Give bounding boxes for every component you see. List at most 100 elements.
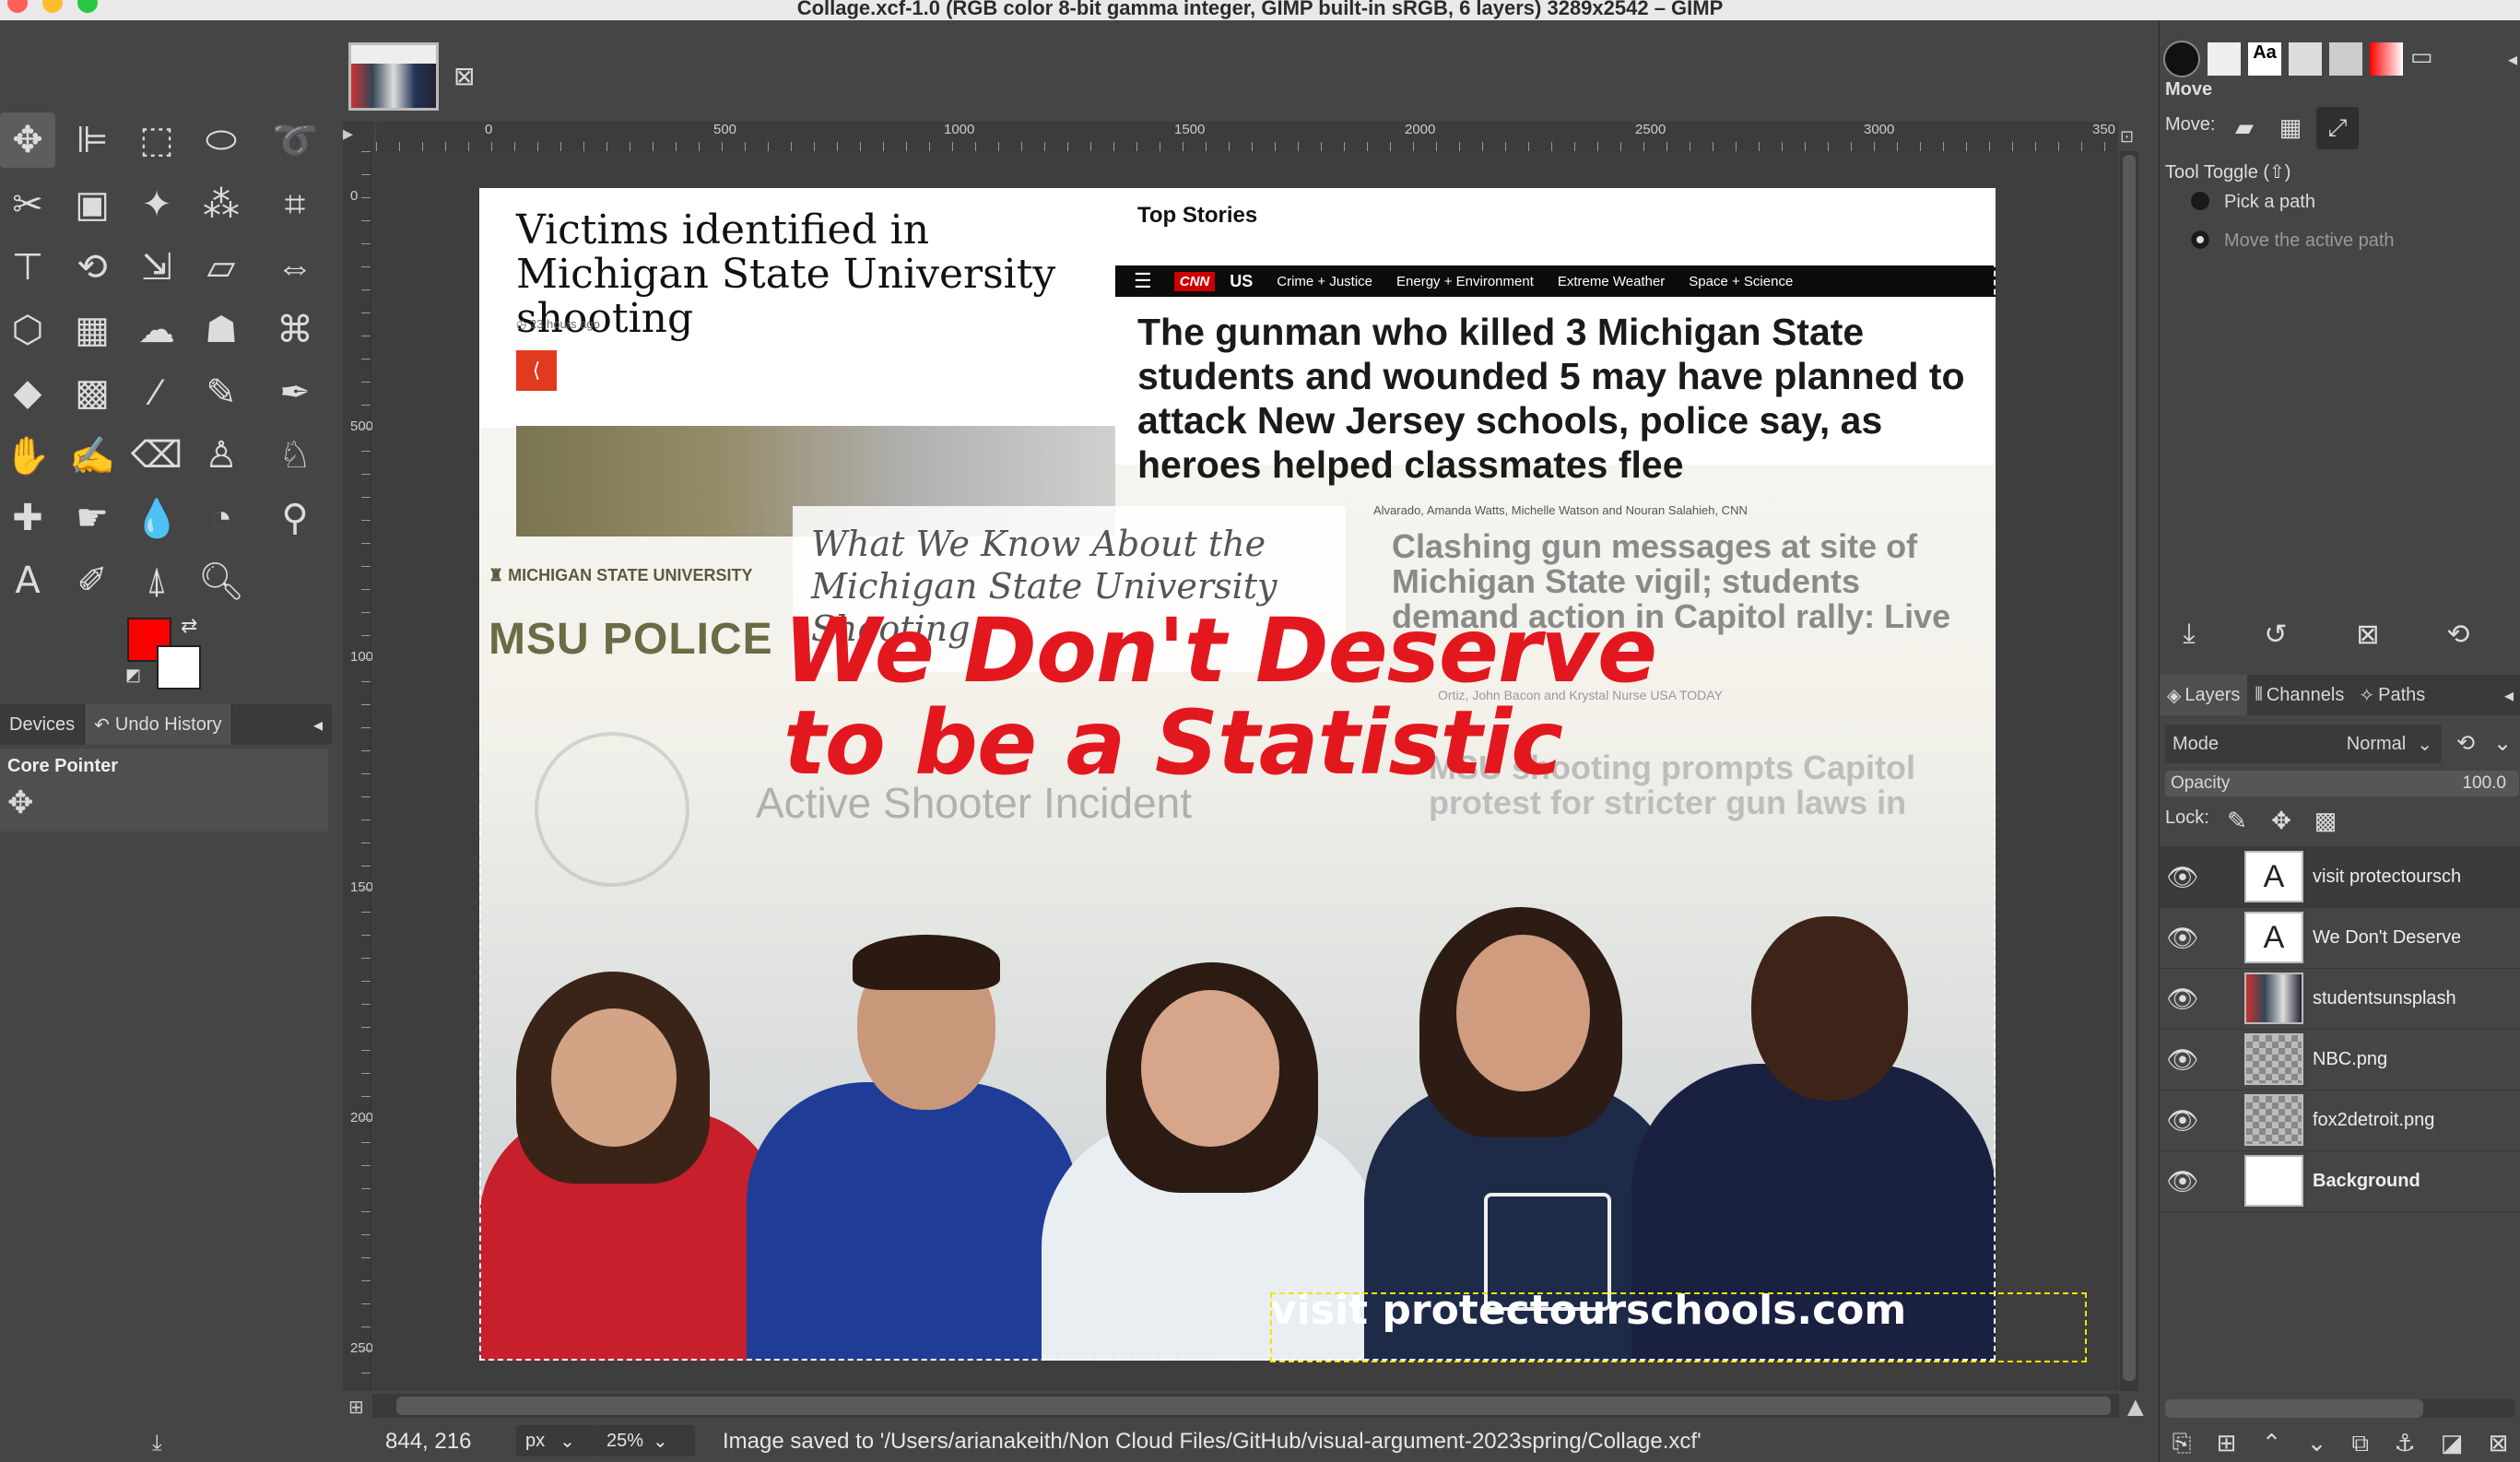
new-layer-group-icon[interactable]: ⎘	[2173, 1429, 2192, 1462]
lower-layer-icon[interactable]: ⌄	[2307, 1429, 2327, 1462]
handle-transform-icon[interactable]: ☗	[194, 302, 249, 358]
layer-row[interactable]: 👁 Background	[2160, 1150, 2520, 1212]
navigate-icon[interactable]: ▲	[2122, 1392, 2149, 1423]
paintbrush-icon[interactable]: ⁄	[129, 365, 184, 420]
tab-paths[interactable]: ✧ Paths	[2351, 684, 2432, 707]
images-tab-icon[interactable]	[2289, 42, 2322, 76]
radio-move-active-path[interactable]	[2191, 230, 2209, 249]
bandage-icon[interactable]: ✚	[0, 490, 55, 546]
ink-icon[interactable]: ✍	[65, 428, 120, 483]
tab-devices[interactable]: Devices	[0, 704, 86, 745]
color-select-icon[interactable]: ⁂	[194, 177, 249, 232]
composite-mode-icon[interactable]: ⟲	[2447, 725, 2484, 761]
visibility-eye-icon[interactable]: 👁	[2160, 984, 2206, 1014]
quick-mask-toggle-icon[interactable]: ⊞	[348, 1396, 364, 1419]
flip-icon[interactable]: ⇔	[267, 240, 323, 295]
visibility-eye-icon[interactable]: 👁	[2160, 1105, 2206, 1136]
visibility-eye-icon[interactable]: 👁	[2160, 1166, 2206, 1197]
visibility-eye-icon[interactable]: 👁	[2160, 862, 2206, 892]
visibility-eye-icon[interactable]: 👁	[2160, 1044, 2206, 1075]
pencil-icon[interactable]: ✎	[194, 365, 249, 420]
layer-row[interactable]: 👁 fox2detroit.png	[2160, 1090, 2520, 1151]
horizontal-ruler[interactable]: 0 500 1000 1500 2000 2500 3000 350	[376, 122, 2118, 152]
scale-icon[interactable]: ⇲	[129, 240, 184, 295]
restore-options-icon[interactable]: ↺	[2257, 616, 2294, 653]
image-canvas[interactable]: Victims identified in Michigan State Uni…	[479, 188, 1996, 1361]
scissors-icon[interactable]: ✂	[0, 177, 55, 232]
layer-row[interactable]: 👁 A We Don't Deserve to be a Statistic	[2160, 907, 2520, 969]
move-path-mode-icon[interactable]: ⤢	[2316, 107, 2359, 149]
ruler-corner[interactable]: ▸	[343, 122, 374, 151]
dodge-icon[interactable]: ◔	[194, 490, 249, 546]
airbrush-icon[interactable]: ✒	[267, 365, 323, 420]
reset-options-icon[interactable]: ⟲	[2440, 616, 2477, 653]
ellipse-select-icon[interactable]: ⬭	[194, 112, 249, 168]
document-history-tab-icon[interactable]	[2329, 42, 2362, 76]
move-layer-mode-icon[interactable]: ▰	[2226, 109, 2263, 146]
blur-icon[interactable]: 💧	[129, 490, 184, 546]
color-picker-icon[interactable]: ✐	[65, 553, 120, 608]
zoom-icon[interactable]: 🔍︎	[194, 553, 249, 608]
lock-position-icon[interactable]: ✥	[2263, 802, 2300, 839]
crop-icon[interactable]: ⌗	[267, 177, 323, 232]
bucket-fill-icon[interactable]: ◆	[0, 365, 55, 420]
duplicate-layer-icon[interactable]: ⧉	[2352, 1429, 2370, 1462]
radio-pick-path[interactable]	[2191, 192, 2209, 210]
tab-channels[interactable]: ⫴ Channels	[2247, 685, 2351, 706]
warp-icon[interactable]: ☁	[129, 302, 184, 358]
perspective-icon[interactable]: ⬡	[0, 302, 55, 358]
fuzzy-select-icon[interactable]: ✦	[129, 177, 184, 232]
mypaint-brush-icon[interactable]: ✋	[0, 428, 55, 483]
dock-menu-icon[interactable]: ◂	[2504, 684, 2514, 707]
rotate-icon[interactable]: ⟲	[65, 240, 120, 295]
smudge-icon[interactable]: ☛	[65, 490, 120, 546]
new-layer-icon[interactable]: ⊞	[2217, 1429, 2237, 1462]
dock-menu-icon[interactable]: ◂	[313, 713, 323, 737]
measure-icon[interactable]: ⍋	[129, 553, 184, 608]
templates-tab-icon[interactable]: ▭	[2410, 42, 2443, 76]
raise-layer-icon[interactable]: ⌃	[2262, 1429, 2282, 1462]
lock-alpha-icon[interactable]: ▩	[2307, 802, 2344, 839]
cage-transform-icon[interactable]: ⌘	[267, 302, 323, 358]
text-tool-icon[interactable]: A	[0, 553, 55, 608]
move-tool-icon[interactable]: ✥	[0, 112, 55, 168]
background-color-swatch[interactable]	[157, 645, 201, 690]
unified-transform-icon[interactable]: ⊤	[0, 240, 55, 295]
unit-select[interactable]: px ⌄	[516, 1425, 599, 1456]
close-image-icon[interactable]: ⊠	[453, 61, 475, 91]
save-options-icon[interactable]: ⤓	[2171, 616, 2208, 653]
visibility-eye-icon[interactable]: 👁	[2160, 923, 2206, 953]
dock-menu-icon[interactable]: ◂	[2508, 48, 2517, 71]
save-device-icon[interactable]: ⤓	[152, 1431, 162, 1456]
vertical-ruler[interactable]: 0 500 1000 1500 2000 2500	[343, 151, 381, 1391]
fonts-tab-icon[interactable]: Aa	[2248, 42, 2281, 76]
clone-icon[interactable]: ♙	[194, 428, 249, 483]
tab-layers[interactable]: ◈ Layers	[2160, 675, 2248, 715]
align-tool-icon[interactable]: ⊫	[65, 112, 120, 168]
eraser-icon[interactable]: ⌫	[129, 428, 184, 483]
vertical-scrollbar[interactable]	[2120, 151, 2138, 1391]
mode-select[interactable]: Mode Normal ⌄	[2165, 725, 2442, 763]
opacity-slider[interactable]: Opacity 100.0	[2165, 771, 2519, 796]
layer-row[interactable]: 👁 A visit protectourschools.com	[2160, 846, 2520, 908]
zoom-image-icon[interactable]: ⊡	[2120, 127, 2140, 147]
brushes-tab-icon[interactable]	[2163, 41, 2200, 77]
layer-list-scrollbar[interactable]	[2165, 1399, 2515, 1418]
image-tab-thumbnail[interactable]	[348, 42, 439, 111]
horizontal-scrollbar[interactable]	[372, 1394, 2119, 1418]
chevron-down-icon[interactable]: ⌄	[2484, 725, 2520, 761]
layer-row[interactable]: 👁 studentsunsplash	[2160, 968, 2520, 1030]
swap-colors-icon[interactable]: ⇄	[181, 614, 197, 638]
layer-mask-icon[interactable]: ◪	[2441, 1429, 2464, 1462]
shear-icon[interactable]: ▱	[194, 240, 249, 295]
gradient-icon[interactable]: ▩	[65, 365, 120, 420]
heal-icon[interactable]: ♘	[267, 428, 323, 483]
layer-row[interactable]: 👁 NBC.png	[2160, 1029, 2520, 1091]
tab-undo-history[interactable]: ↶ Undo History	[85, 704, 232, 745]
lock-pixels-icon[interactable]: ✎	[2219, 802, 2255, 839]
gradients-tab-icon[interactable]	[2370, 42, 2403, 76]
3d-transform-icon[interactable]: ▦	[65, 302, 120, 358]
foreground-select-icon[interactable]: ▣	[65, 177, 120, 232]
delete-options-icon[interactable]: ⊠	[2349, 616, 2386, 653]
rect-select-icon[interactable]: ⬚	[129, 112, 184, 168]
